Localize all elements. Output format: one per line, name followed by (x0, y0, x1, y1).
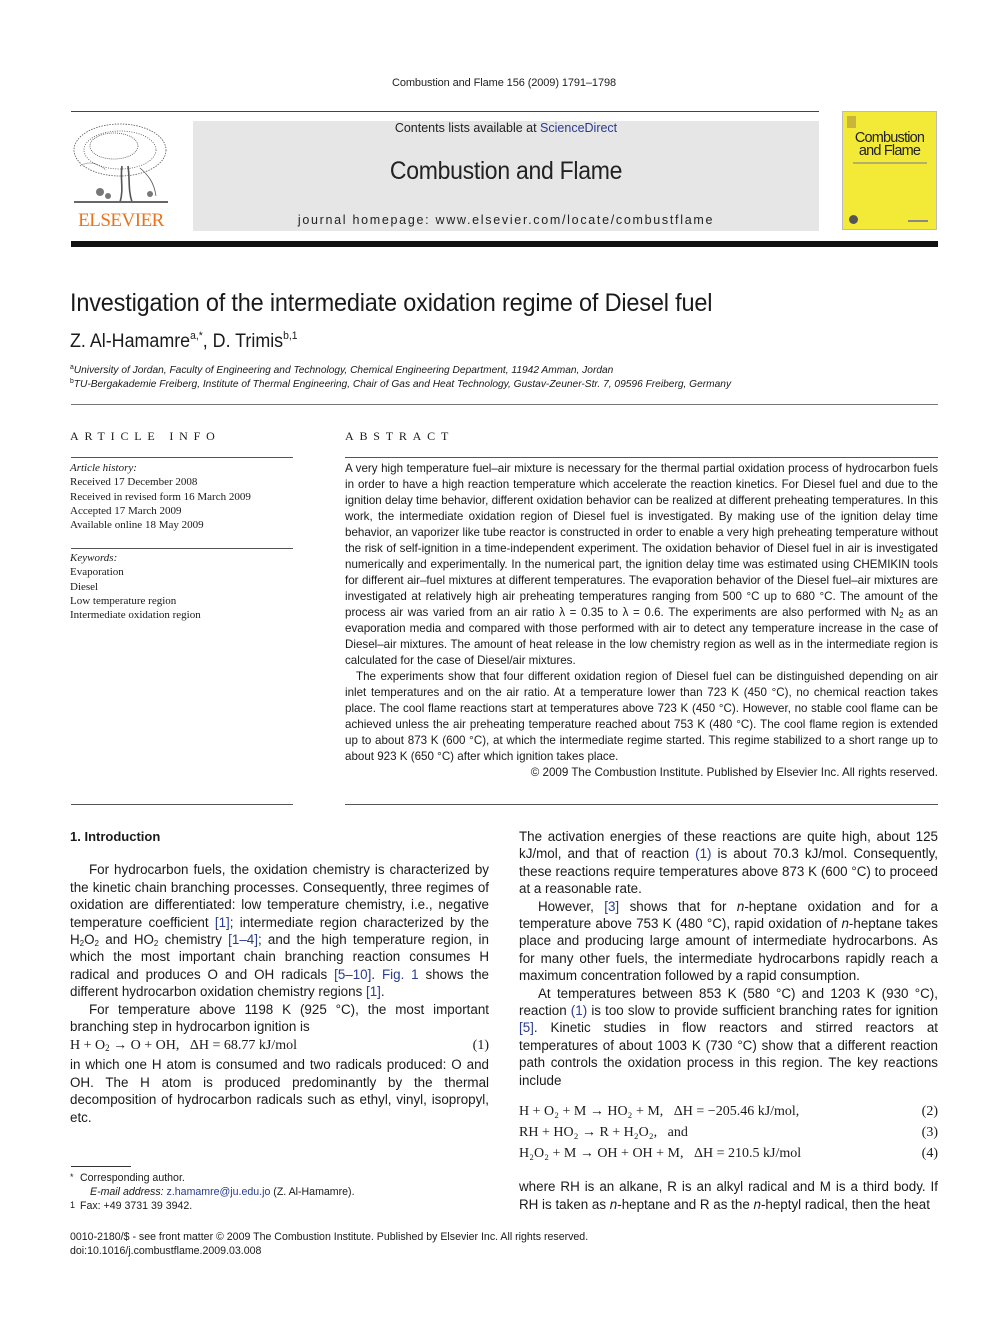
cover-publisher-mark (908, 220, 928, 222)
keyword: Evaporation (70, 566, 124, 579)
history-label: Article history: (70, 462, 137, 474)
footnote-divider (71, 1166, 131, 1167)
article-history: Article history: Received 17 December 20… (70, 461, 295, 532)
equation-number: (1) (472, 1038, 489, 1054)
equation-2: H + O₂ + M → HO₂ + M, ΔH = −205.46 kJ/mo… (519, 1101, 938, 1122)
divider (71, 457, 293, 458)
citation-link[interactable]: [1] (215, 915, 230, 930)
keyword: Low temperature region (70, 594, 177, 607)
body-paragraph: For hydrocarbon fuels, the oxidation che… (70, 862, 489, 1000)
front-matter: 0010-2180/$ - see front matter © 2009 Th… (70, 1230, 588, 1258)
figure-link[interactable]: Fig. 1 (382, 967, 419, 982)
history-item: Received 17 December 2008 (70, 476, 198, 489)
journal-masthead: Contents lists available at ScienceDirec… (193, 121, 819, 231)
body-paragraph: where RH is an alkane, R is an alkyl rad… (519, 1179, 938, 1212)
citation-link[interactable]: [3] (604, 899, 619, 914)
equation-number: (4) (921, 1146, 938, 1162)
article-info-heading: ARTICLE INFO (70, 429, 221, 443)
author-list: Z. Al-Hamamrea,*, D. Trimisb,1 (70, 330, 298, 352)
abstract-paragraph: The experiments show that four different… (345, 670, 938, 763)
section-heading: 1. Introduction (70, 829, 161, 844)
footnote-corresponding-author: * Corresponding author. (70, 1172, 185, 1184)
equation-link[interactable]: (1) (695, 846, 711, 861)
contents-prefix: Contents lists available at (394, 121, 541, 135)
elsevier-logo[interactable]: ELSEVIER (70, 120, 172, 232)
keywords: Keywords: Evaporation Diesel Low tempera… (70, 551, 295, 622)
affiliation-b: bTU-Bergakademie Freiberg, Institute of … (70, 378, 732, 390)
body-paragraph: The activation energies of these reactio… (519, 829, 938, 897)
history-item: Available online 18 May 2009 (70, 519, 204, 532)
equation-number: (3) (921, 1125, 938, 1141)
divider (71, 804, 293, 805)
elsevier-wordmark: ELSEVIER (78, 210, 164, 231)
author-name[interactable]: D. Trimis (213, 331, 283, 352)
tree-icon (73, 123, 168, 203)
body-paragraph: For temperature above 1198 K (925 °C), t… (70, 1001, 489, 1035)
footnote-fax: 1 Fax: +49 3731 39 3942. (70, 1200, 193, 1212)
citation-link[interactable]: [5] (519, 1020, 534, 1035)
author-affiliation-mark[interactable]: a,* (190, 330, 203, 342)
citation-link[interactable]: [1] (366, 984, 381, 999)
abstract-heading: ABSTRACT (345, 429, 455, 443)
cover-publisher-badge (847, 116, 856, 128)
author-affiliation-mark[interactable]: b,1 (283, 330, 297, 342)
top-rule (71, 111, 819, 112)
affiliation-divider (71, 404, 938, 405)
cover-emblem-icon (849, 215, 858, 224)
header-divider (71, 241, 938, 247)
article-title: Investigation of the intermediate oxidat… (70, 289, 713, 317)
history-item: Accepted 17 March 2009 (70, 504, 182, 517)
journal-title: Combustion and Flame (389, 157, 623, 185)
running-head: Combustion and Flame 156 (2009) 1791–179… (392, 77, 616, 89)
issn-line: 0010-2180/$ - see front matter © 2009 Th… (70, 1231, 589, 1243)
abstract-paragraph: A very high temperature fuel–air mixture… (345, 462, 938, 667)
history-item: Received in revised form 16 March 2009 (70, 490, 251, 503)
divider (345, 457, 938, 458)
citation-link[interactable]: [1–4] (228, 932, 258, 947)
body-column-left: 1. Introduction For hydrocarbon fuels, t… (70, 828, 489, 1126)
copyright-notice: © 2009 The Combustion Institute. Publish… (530, 766, 938, 779)
equation-number: (2) (921, 1104, 938, 1120)
body-paragraph: However, [3] shows that for n-heptane ox… (519, 898, 938, 984)
footnote-email: E-mail address: z.hamamre@ju.edu.jo (Z. … (90, 1186, 355, 1198)
keyword: Intermediate oxidation region (70, 609, 201, 622)
journal-cover[interactable]: Combustion and Flame (842, 111, 937, 230)
abstract-body: A very high temperature fuel–air mixture… (345, 461, 938, 781)
equation-link[interactable]: (1) (571, 1003, 587, 1018)
equation-4: H₂O₂ + M → OH + OH + M, ΔH = 210.5 kJ/mo… (519, 1143, 938, 1164)
cover-title: Combustion and Flame (854, 130, 925, 159)
body-column-right: The activation energies of these reactio… (519, 828, 938, 1213)
author-name[interactable]: Z. Al-Hamamre (70, 331, 190, 352)
sciencedirect-link[interactable]: ScienceDirect (540, 121, 617, 135)
keyword: Diesel (70, 580, 99, 593)
affiliation-a: aUniversity of Jordan, Faculty of Engine… (70, 364, 614, 376)
body-paragraph: At temperatures between 853 K (580 °C) a… (519, 985, 939, 1088)
journal-homepage-link[interactable]: journal homepage: www.elsevier.com/locat… (193, 213, 819, 227)
equation-3: RH + HO₂ → R + H₂O₂, and (3) (519, 1122, 938, 1143)
cover-subtitle (853, 162, 927, 164)
citation-link[interactable]: [5–10] (334, 967, 371, 982)
keywords-label: Keywords: (70, 552, 118, 564)
divider (345, 804, 938, 805)
equation-1: H + O2 → O + OH, ΔH = 68.77 kJ/mol (1) (70, 1035, 489, 1056)
contents-line: Contents lists available at ScienceDirec… (193, 121, 819, 135)
body-paragraph: in which one H atom is consumed and two … (70, 1057, 489, 1125)
divider (71, 548, 293, 549)
doi-link[interactable]: doi:10.1016/j.combustflame.2009.03.008 (70, 1244, 588, 1258)
email-link[interactable]: z.hamamre@ju.edu.jo (167, 1186, 271, 1198)
